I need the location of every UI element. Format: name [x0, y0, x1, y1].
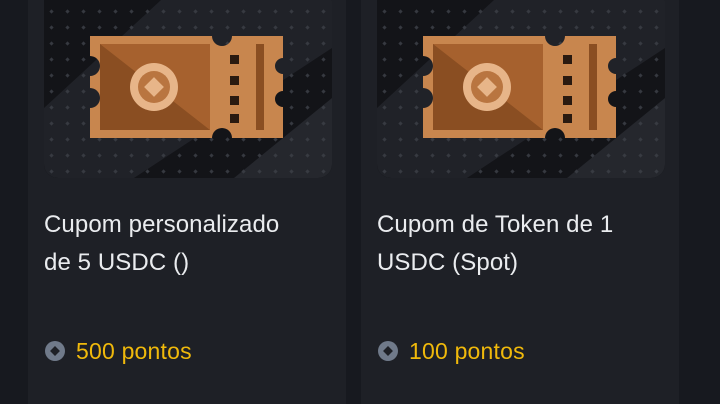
reward-title-line: Cupom personalizado [44, 211, 280, 238]
coupon-ticket-icon [377, 0, 665, 178]
reward-card[interactable]: Cupom personalizado de 5 USDC () 500 pon… [28, 0, 346, 404]
reward-points: 100 pontos [377, 334, 525, 368]
reward-title: Cupom personalizado de 5 USDC () [44, 206, 334, 282]
reward-title: Cupom de Token de 1 USDC (Spot) [377, 206, 667, 282]
points-label: 500 pontos [76, 337, 192, 364]
points-label: 100 pontos [409, 337, 525, 364]
reward-title-line: USDC (Spot) [377, 249, 519, 276]
reward-card[interactable]: Cupom de Token de 1 USDC (Spot) 100 pont… [361, 0, 679, 404]
reward-title-line: Cupom de Token de 1 [377, 211, 614, 238]
coupon-ticket-icon [44, 0, 332, 178]
reward-points: 500 pontos [44, 334, 192, 368]
rewards-grid: Cupom personalizado de 5 USDC () 500 pon… [0, 0, 720, 404]
reward-title-line: de 5 USDC () [44, 249, 190, 276]
points-coin-icon [377, 340, 399, 362]
points-coin-icon [44, 340, 66, 362]
reward-image [44, 0, 332, 178]
reward-image [377, 0, 665, 178]
